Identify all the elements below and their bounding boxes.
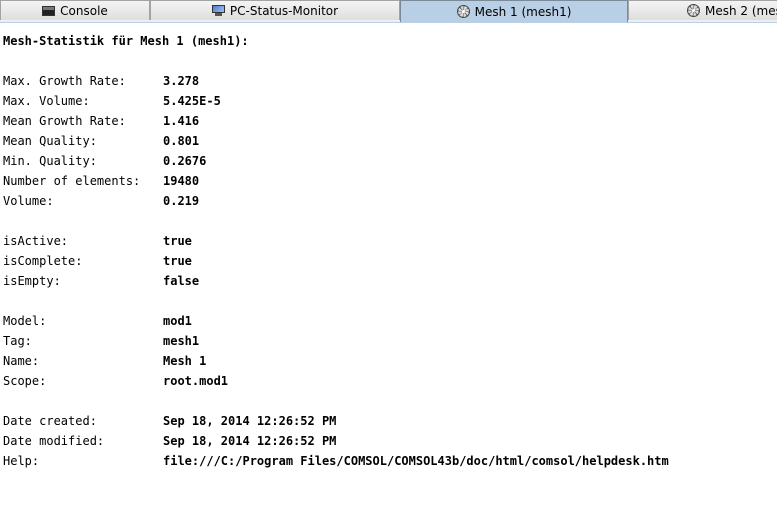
flag-value: false (163, 274, 200, 288)
help-link[interactable]: file:///C:/Program Files/COMSOL/COMSOL43… (163, 451, 669, 471)
date-created-value: Sep 18, 2014 12:26:52 PM (163, 414, 337, 428)
stat-key: Max. Volume: (3, 94, 90, 108)
tab-mesh-2[interactable]: Mesh 2 (mes (628, 0, 777, 20)
flag-row: isActive: true (3, 231, 249, 251)
date-modified-value: Sep 18, 2014 12:26:52 PM (163, 434, 337, 448)
identity-value: Mesh 1 (163, 354, 207, 368)
tab-bar: Console PC-Status-Monitor Mesh 1 (mesh1)… (0, 0, 777, 23)
monitor-icon (211, 5, 225, 16)
meta-row: Date created: Sep 18, 2014 12:26:52 PM (3, 411, 336, 431)
identity-row: Name: Mesh 1 (3, 351, 249, 371)
tab-console[interactable]: Console (0, 0, 150, 20)
identity-key: Scope: (3, 374, 47, 388)
flag-key: isEmpty: (3, 274, 61, 288)
identity-key: Model: (3, 314, 47, 328)
stat-key: Max. Growth Rate: (3, 74, 126, 88)
tab-mesh-1[interactable]: Mesh 1 (mesh1) (400, 0, 628, 22)
stat-value: 3.278 (163, 74, 200, 88)
identity-key: Name: (3, 354, 40, 368)
flag-key: isComplete: (3, 254, 83, 268)
flag-value: true (163, 234, 192, 248)
stat-value: 0.2676 (163, 154, 207, 168)
stat-key: Min. Quality: (3, 154, 97, 168)
mesh-icon (456, 5, 470, 18)
stat-row: Mean Quality: 0.801 (3, 131, 249, 151)
stat-row: Max. Volume: 5.425E-5 (3, 91, 249, 111)
tab-label: Mesh 1 (mesh1) (474, 4, 572, 19)
tab-label: Console (60, 3, 108, 18)
flag-row: isComplete: true (3, 251, 249, 271)
statistics-heading: Mesh-Statistik für Mesh 1 (mesh1): (3, 34, 249, 48)
identity-row: Model: mod1 (3, 311, 249, 331)
tab-label: PC-Status-Monitor (229, 3, 339, 18)
tab-label: Mesh 2 (mes (705, 3, 777, 18)
meta-row: Help: file:///C:/Program Files/COMSOL/COM… (3, 451, 669, 471)
identity-row: Scope: root.mod1 (3, 371, 249, 391)
flag-value: true (163, 254, 192, 268)
stat-key: Mean Quality: (3, 134, 97, 148)
mesh-icon (687, 4, 700, 17)
mesh-statistics-panel: Mesh-Statistik für Mesh 1 (mesh1): Max. … (3, 31, 669, 471)
stat-row: Max. Growth Rate: 3.278 (3, 71, 249, 91)
identity-value: mod1 (163, 314, 192, 328)
identity-value: mesh1 (163, 334, 200, 348)
stat-key: Number of elements: (3, 174, 141, 188)
meta-key: Date created: (3, 414, 97, 428)
stat-value: 5.425E-5 (163, 94, 221, 108)
tab-pc-status-monitor[interactable]: PC-Status-Monitor (150, 0, 400, 20)
flag-row: isEmpty: false (3, 271, 249, 291)
stat-row: Volume: 0.219 (3, 191, 249, 211)
stat-value: 0.219 (163, 194, 200, 208)
identity-value: root.mod1 (163, 374, 229, 388)
meta-key: Date modified: (3, 434, 105, 448)
stat-row: Min. Quality: 0.2676 (3, 151, 249, 171)
flag-key: isActive: (3, 234, 69, 248)
identity-key: Tag: (3, 334, 32, 348)
stat-key: Mean Growth Rate: (3, 114, 126, 128)
stat-row: Number of elements: 19480 (3, 171, 249, 191)
meta-key: Help: (3, 454, 40, 468)
stat-value: 19480 (163, 174, 200, 188)
identity-row: Tag: mesh1 (3, 331, 249, 351)
stat-row: Mean Growth Rate: 1.416 (3, 111, 249, 131)
stat-key: Volume: (3, 194, 54, 208)
meta-row: Date modified: Sep 18, 2014 12:26:52 PM (3, 431, 336, 451)
stat-value: 1.416 (163, 114, 200, 128)
console-icon (42, 5, 56, 16)
stat-value: 0.801 (163, 134, 200, 148)
